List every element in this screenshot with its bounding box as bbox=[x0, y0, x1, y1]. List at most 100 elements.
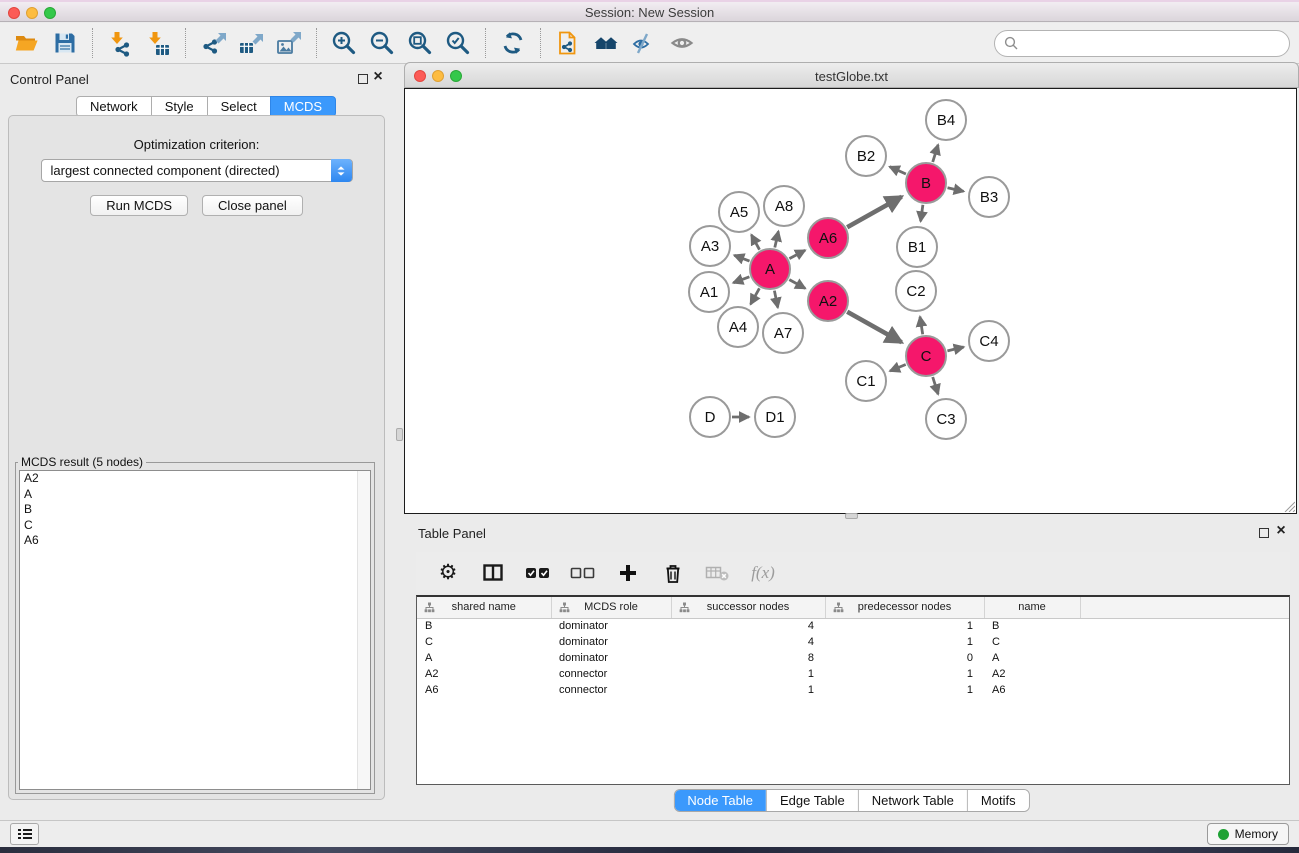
graph-node-C1[interactable]: C1 bbox=[846, 361, 886, 401]
graph-node-A8[interactable]: A8 bbox=[764, 186, 804, 226]
graph-node-A7[interactable]: A7 bbox=[763, 313, 803, 353]
graph-edge-B-B1[interactable] bbox=[921, 205, 923, 222]
graph-node-B[interactable]: B bbox=[906, 163, 946, 203]
export-table-button[interactable] bbox=[232, 26, 270, 60]
mcds-result-item[interactable]: A bbox=[20, 487, 370, 503]
column-header-name[interactable]: name bbox=[984, 597, 1080, 618]
graph-edge-B-B4[interactable] bbox=[933, 145, 938, 162]
close-panel-icon[interactable] bbox=[371, 68, 385, 86]
graph-edge-A-A4[interactable] bbox=[751, 288, 760, 304]
column-header-MCDS-role[interactable]: MCDS role bbox=[551, 597, 671, 618]
close-table-panel-icon[interactable] bbox=[1274, 522, 1288, 540]
import-table-button[interactable] bbox=[139, 26, 177, 60]
graph-edge-C-C4[interactable] bbox=[947, 347, 963, 351]
graph-edge-A-A2[interactable] bbox=[789, 280, 805, 289]
import-network-button[interactable] bbox=[101, 26, 139, 60]
zoom-selected-button[interactable] bbox=[439, 26, 477, 60]
tab-network-table[interactable]: Network Table bbox=[858, 790, 967, 811]
zoom-out-button[interactable] bbox=[363, 26, 401, 60]
graph-node-D1[interactable]: D1 bbox=[755, 397, 795, 437]
mcds-result-item[interactable]: B bbox=[20, 502, 370, 518]
graph-edge-C-C3[interactable] bbox=[933, 377, 938, 394]
graph-node-C3[interactable]: C3 bbox=[926, 399, 966, 439]
show-panels-button[interactable] bbox=[663, 26, 701, 60]
refresh-button[interactable] bbox=[494, 26, 532, 60]
mcds-result-item[interactable]: A6 bbox=[20, 533, 370, 549]
delete-column-button[interactable] bbox=[658, 558, 688, 588]
graph-node-B2[interactable]: B2 bbox=[846, 136, 886, 176]
graph-edge-B-B2[interactable] bbox=[890, 167, 906, 174]
graph-node-A2[interactable]: A2 bbox=[808, 281, 848, 321]
graph-node-B1[interactable]: B1 bbox=[897, 227, 937, 267]
network-canvas[interactable]: A A1 A2 A3 A4 A5 A6 A7 A8 B B1 B2 B3B4 C C1 C2 C3C4 D D1 bbox=[404, 88, 1297, 514]
graph-edge-A-A7[interactable] bbox=[774, 291, 777, 308]
control-tab-select[interactable]: Select bbox=[207, 96, 271, 117]
float-panel-icon[interactable] bbox=[358, 74, 368, 84]
mcds-result-item[interactable]: C bbox=[20, 518, 370, 534]
graph-edge-A6-B[interactable] bbox=[847, 197, 901, 228]
float-table-panel-icon[interactable] bbox=[1259, 528, 1269, 538]
zoom-in-button[interactable] bbox=[325, 26, 363, 60]
graph-edge-C-C1[interactable] bbox=[890, 365, 906, 372]
graph-edge-A2-C[interactable] bbox=[847, 312, 901, 343]
table-row[interactable]: Adominator80A bbox=[417, 650, 1289, 666]
close-panel-button[interactable]: Close panel bbox=[202, 195, 303, 216]
add-column-button[interactable] bbox=[613, 558, 643, 588]
graph-node-C[interactable]: C bbox=[906, 336, 946, 376]
table-row[interactable]: A6connector11A6 bbox=[417, 682, 1289, 698]
table-row[interactable]: A2connector11A2 bbox=[417, 666, 1289, 682]
graph-node-A1[interactable]: A1 bbox=[689, 272, 729, 312]
control-tab-style[interactable]: Style bbox=[151, 96, 208, 117]
result-scrollbar[interactable] bbox=[357, 471, 370, 789]
graph-edge-A-A5[interactable] bbox=[751, 235, 759, 250]
delete-table-button[interactable] bbox=[703, 558, 733, 588]
table-row[interactable]: Cdominator41C bbox=[417, 634, 1289, 650]
control-tab-network[interactable]: Network bbox=[76, 96, 152, 117]
task-history-button[interactable] bbox=[10, 823, 39, 845]
graph-node-D[interactable]: D bbox=[690, 397, 730, 437]
graph-edge-C-C2[interactable] bbox=[920, 317, 923, 335]
tab-motifs[interactable]: Motifs bbox=[967, 790, 1029, 811]
graph-edge-A-A6[interactable] bbox=[789, 250, 805, 258]
export-image-button[interactable] bbox=[270, 26, 308, 60]
graph-edge-A-A3[interactable] bbox=[734, 255, 749, 261]
hide-panels-button[interactable] bbox=[625, 26, 663, 60]
search-input[interactable] bbox=[1024, 36, 1280, 51]
graph-edge-B-B3[interactable] bbox=[948, 188, 964, 192]
show-columns-button[interactable] bbox=[478, 558, 508, 588]
deselect-all-rows-button[interactable] bbox=[568, 558, 598, 588]
graph-node-A5[interactable]: A5 bbox=[719, 192, 759, 232]
column-header-successor-nodes[interactable]: successor nodes bbox=[671, 597, 825, 618]
mcds-result-item[interactable]: A2 bbox=[20, 471, 370, 487]
save-session-button[interactable] bbox=[46, 26, 84, 60]
home-button[interactable] bbox=[587, 26, 625, 60]
control-tab-mcds[interactable]: MCDS bbox=[270, 96, 336, 117]
graph-node-B3[interactable]: B3 bbox=[969, 177, 1009, 217]
table-row[interactable]: Bdominator41B bbox=[417, 618, 1289, 634]
graph-node-A6[interactable]: A6 bbox=[808, 218, 848, 258]
graph-node-C4[interactable]: C4 bbox=[969, 321, 1009, 361]
vertical-splitter-handle[interactable] bbox=[396, 428, 403, 441]
graph-node-A3[interactable]: A3 bbox=[690, 226, 730, 266]
run-mcds-button[interactable]: Run MCDS bbox=[90, 195, 188, 216]
tab-edge-table[interactable]: Edge Table bbox=[766, 790, 858, 811]
new-network-from-selection-button[interactable] bbox=[549, 26, 587, 60]
export-network-button[interactable] bbox=[194, 26, 232, 60]
graph-node-A4[interactable]: A4 bbox=[718, 307, 758, 347]
graph-edge-A-A8[interactable] bbox=[775, 231, 779, 247]
graph-node-A[interactable]: A bbox=[750, 249, 790, 289]
memory-button[interactable]: Memory bbox=[1207, 823, 1289, 845]
function-builder-button[interactable]: f(x) bbox=[748, 558, 778, 588]
graph-node-B4[interactable]: B4 bbox=[926, 100, 966, 140]
zoom-fit-button[interactable] bbox=[401, 26, 439, 60]
graph-edge-A-A1[interactable] bbox=[733, 277, 749, 283]
optimization-criterion-select[interactable]: largest connected component (directed) bbox=[41, 159, 353, 182]
tab-node-table[interactable]: Node Table bbox=[674, 790, 766, 811]
select-all-rows-button[interactable] bbox=[523, 558, 553, 588]
column-header-predecessor-nodes[interactable]: predecessor nodes bbox=[825, 597, 984, 618]
column-header-shared-name[interactable]: shared name bbox=[417, 597, 551, 618]
graph-node-C2[interactable]: C2 bbox=[896, 271, 936, 311]
table-settings-button[interactable] bbox=[433, 558, 463, 588]
open-session-button[interactable] bbox=[8, 26, 46, 60]
window-resize-grip[interactable] bbox=[1282, 499, 1295, 512]
